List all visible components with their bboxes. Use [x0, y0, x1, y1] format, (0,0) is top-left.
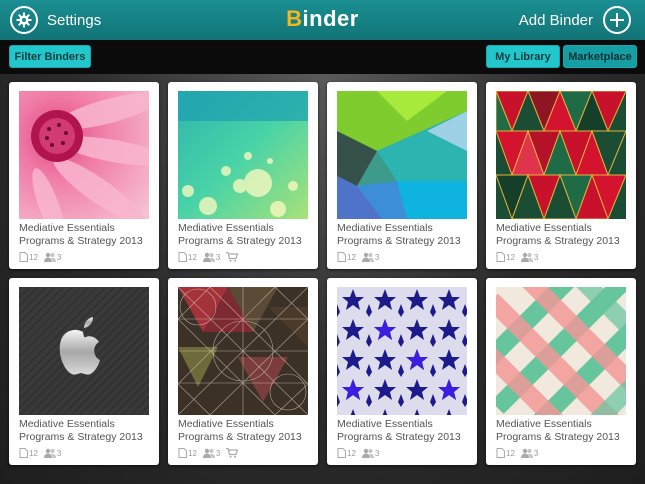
member-count: 3 — [215, 252, 221, 262]
binder-card[interactable]: Mediative Essentials Programs & Strategy… — [327, 278, 477, 465]
users-icon — [202, 252, 215, 262]
my-library-tab[interactable]: My Library — [486, 45, 560, 68]
page-count: 12 — [347, 448, 356, 458]
binder-thumbnail — [19, 287, 149, 415]
document-icon — [337, 448, 346, 458]
add-binder-label: Add Binder — [518, 11, 593, 29]
sub-toolbar: Filter Binders My Library Marketplace — [0, 40, 645, 74]
binder-title: Mediative Essentials Programs & Strategy… — [178, 222, 302, 247]
users-icon — [43, 448, 56, 458]
add-binder-button[interactable]: Add Binder — [519, 6, 631, 34]
document-icon — [178, 448, 187, 458]
binder-title: Mediative Essentials Programs & Strategy… — [337, 222, 461, 247]
member-count: 3 — [374, 448, 380, 458]
users-icon — [361, 448, 374, 458]
binder-card[interactable]: Mediative Essentials Programs & Strategy… — [168, 278, 318, 465]
users-icon — [361, 252, 374, 262]
filter-binders-button[interactable]: Filter Binders — [9, 45, 91, 68]
binder-card[interactable]: Mediative Essentials Programs & Strategy… — [168, 82, 318, 269]
users-icon — [43, 252, 56, 262]
document-icon — [496, 252, 505, 262]
binder-meta: 12 3 — [19, 447, 61, 459]
member-count: 3 — [215, 448, 221, 458]
binder-meta: 12 3 — [496, 251, 538, 263]
binder-title: Mediative Essentials Programs & Strategy… — [337, 418, 461, 443]
binder-thumbnail — [496, 91, 626, 219]
binder-meta: 12 3 — [178, 251, 239, 263]
users-icon — [202, 448, 215, 458]
page-count: 12 — [347, 252, 356, 262]
page-count: 12 — [188, 448, 197, 458]
binder-meta: 12 3 — [337, 447, 379, 459]
page-count: 12 — [506, 252, 515, 262]
binder-card[interactable]: Mediative Essentials Programs & Strategy… — [9, 82, 159, 269]
page-count: 12 — [506, 448, 515, 458]
binder-thumbnail — [496, 287, 626, 415]
users-icon — [520, 252, 533, 262]
document-icon — [496, 448, 505, 458]
binder-title: Mediative Essentials Programs & Strategy… — [178, 418, 302, 443]
binder-meta: 12 3 — [19, 251, 61, 263]
member-count: 3 — [374, 252, 380, 262]
binder-thumbnail — [337, 91, 467, 219]
logo-initial: B — [286, 6, 303, 31]
document-icon — [337, 252, 346, 262]
binder-meta: 12 3 — [496, 447, 538, 459]
page-count: 12 — [188, 252, 197, 262]
binder-thumbnail — [178, 287, 308, 415]
cart-icon[interactable] — [226, 448, 239, 458]
member-count: 3 — [533, 252, 539, 262]
marketplace-tab[interactable]: Marketplace — [563, 45, 637, 68]
binder-thumbnail — [178, 91, 308, 219]
binder-meta: 12 3 — [178, 447, 239, 459]
member-count: 3 — [56, 252, 62, 262]
binder-card[interactable]: Mediative Essentials Programs & Strategy… — [9, 278, 159, 465]
page-count: 12 — [29, 252, 38, 262]
binder-thumbnail — [337, 287, 467, 415]
member-count: 3 — [56, 448, 62, 458]
logo-rest: inder — [302, 6, 359, 31]
users-icon — [520, 448, 533, 458]
page-count: 12 — [29, 448, 38, 458]
binder-card[interactable]: Mediative Essentials Programs & Strategy… — [486, 278, 636, 465]
cart-icon[interactable] — [226, 252, 239, 262]
binder-grid: Mediative Essentials Programs & Strategy… — [0, 74, 645, 484]
binder-title: Mediative Essentials Programs & Strategy… — [19, 222, 143, 247]
binder-title: Mediative Essentials Programs & Strategy… — [19, 418, 143, 443]
binder-card[interactable]: Mediative Essentials Programs & Strategy… — [327, 82, 477, 269]
binder-thumbnail — [19, 91, 149, 219]
binder-card[interactable]: Mediative Essentials Programs & Strategy… — [486, 82, 636, 269]
document-icon — [19, 252, 28, 262]
member-count: 3 — [533, 448, 539, 458]
binder-title: Mediative Essentials Programs & Strategy… — [496, 418, 620, 443]
binder-meta: 12 3 — [337, 251, 379, 263]
document-icon — [19, 448, 28, 458]
plus-icon — [603, 6, 631, 34]
document-icon — [178, 252, 187, 262]
header-bar: Settings Binder Add Binder — [0, 0, 645, 40]
binder-title: Mediative Essentials Programs & Strategy… — [496, 222, 620, 247]
